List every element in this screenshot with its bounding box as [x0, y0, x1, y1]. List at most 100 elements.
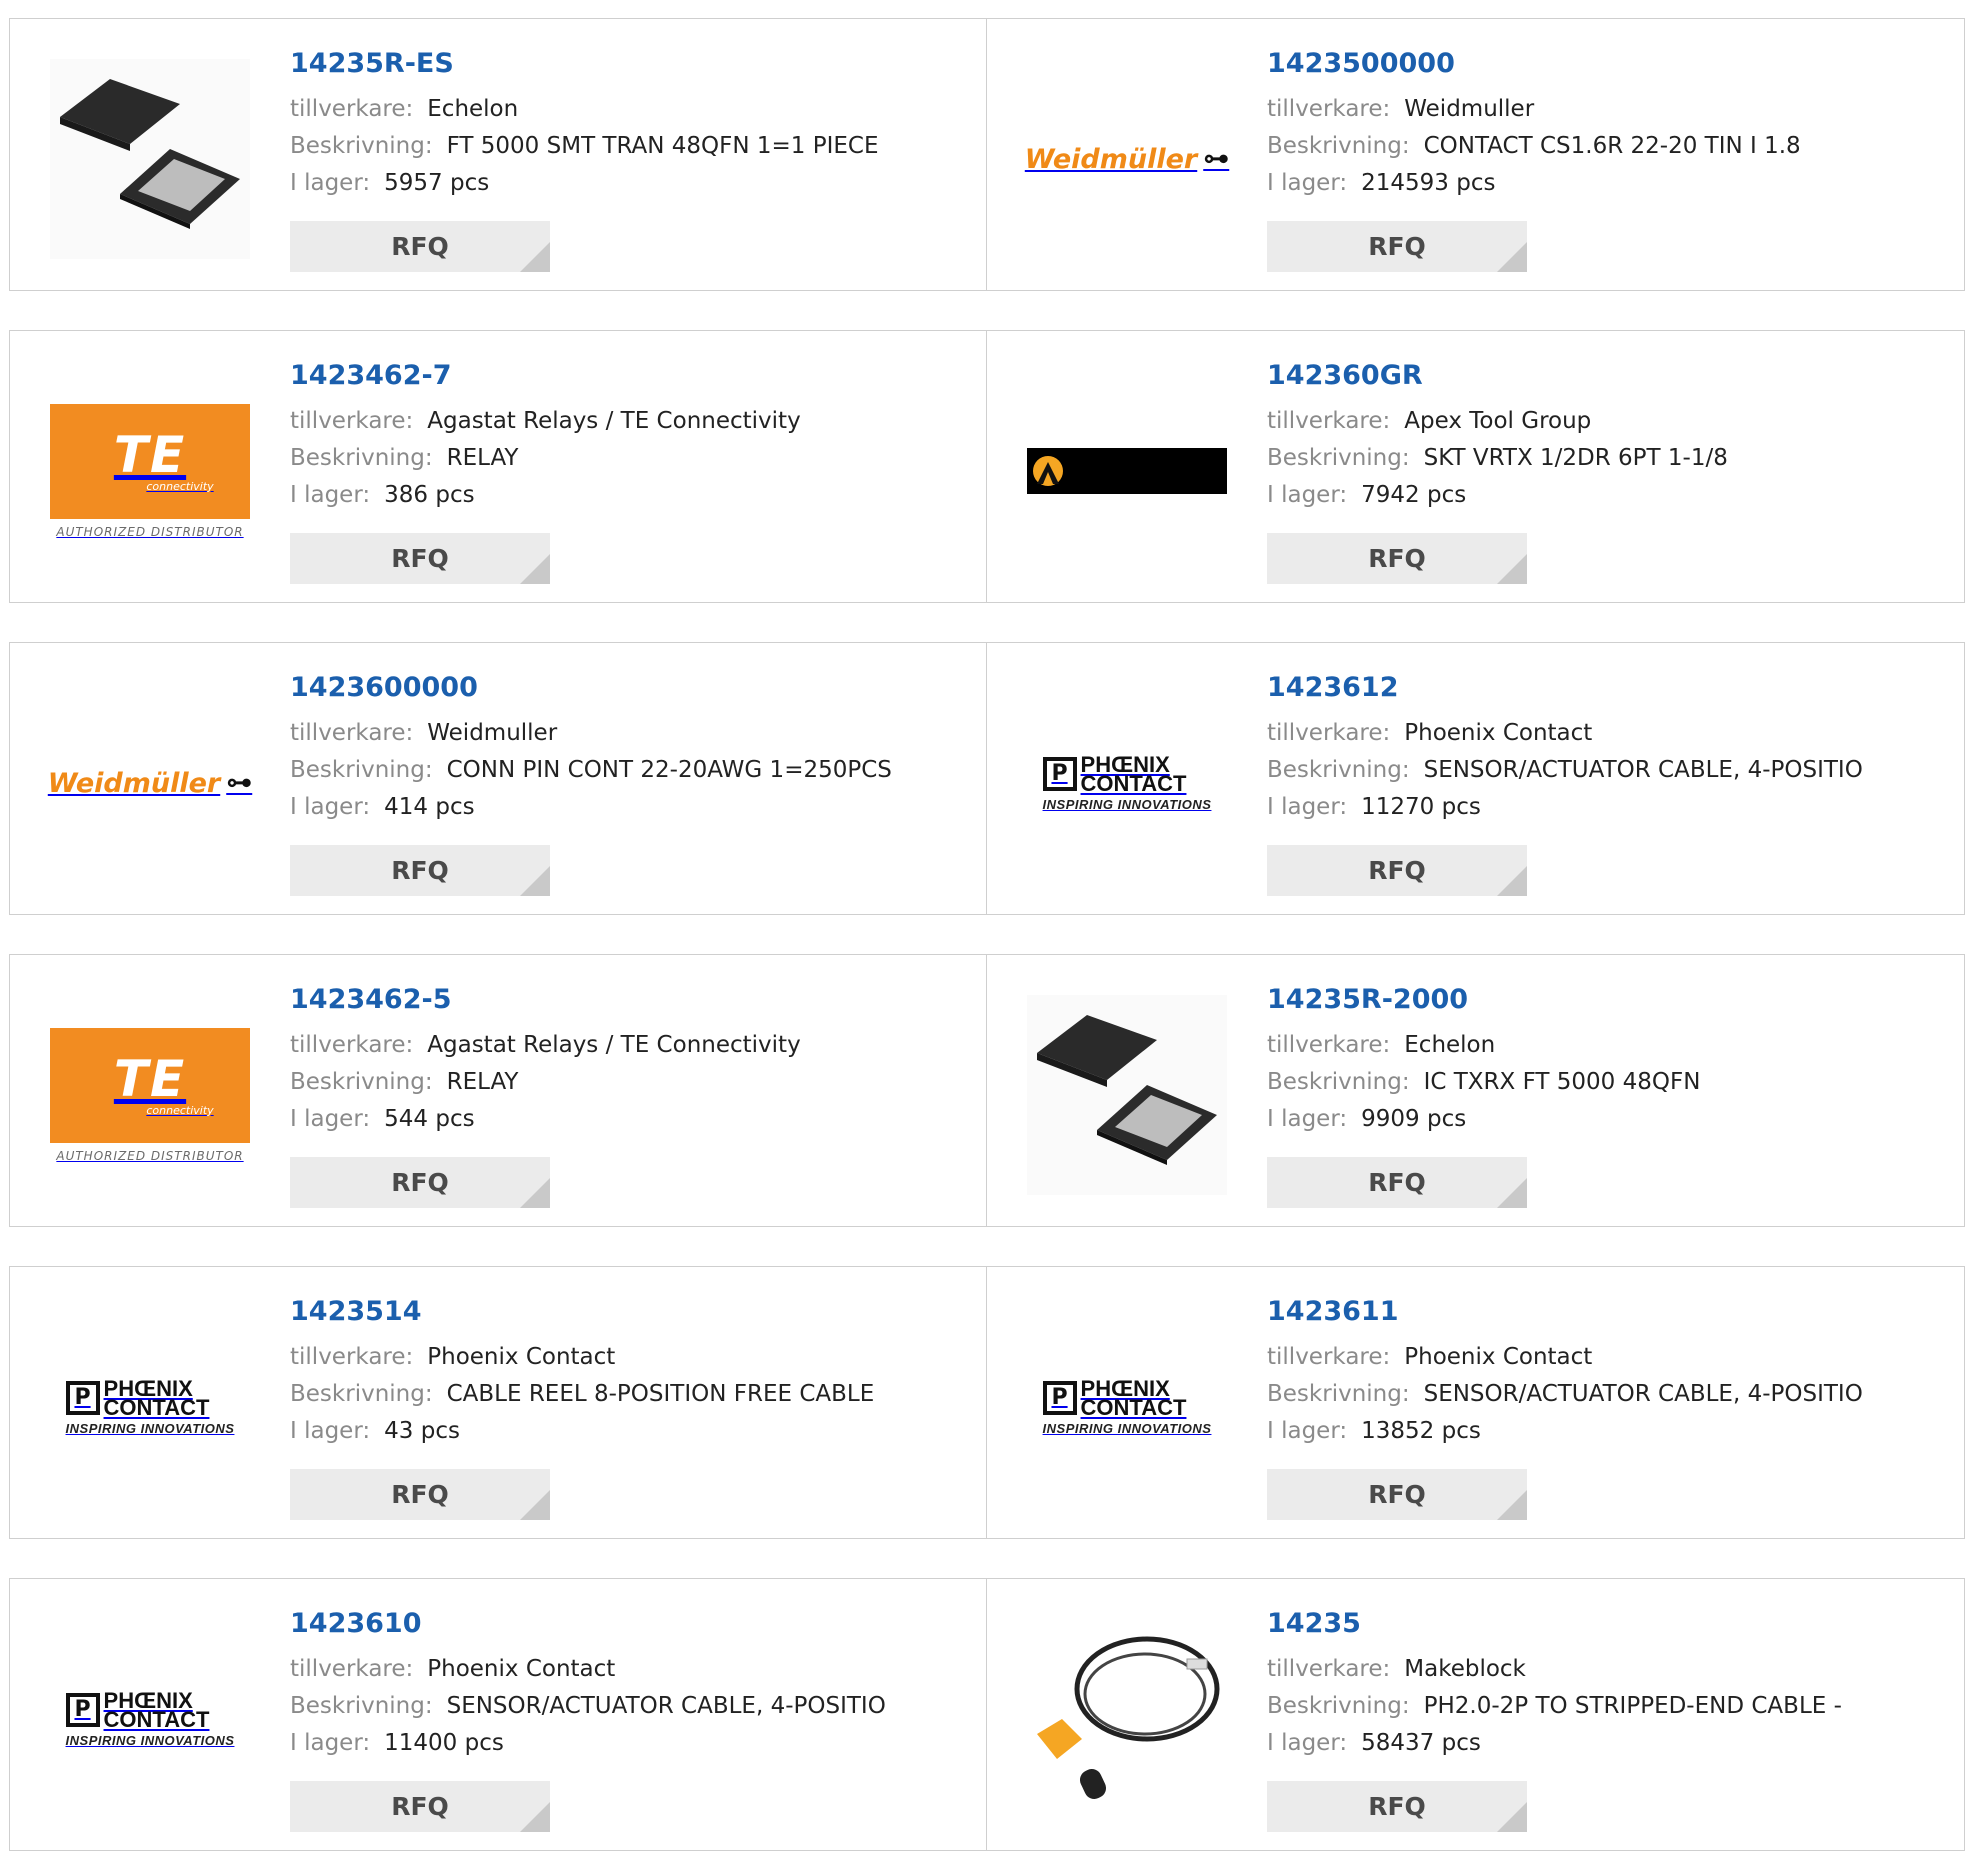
stock-label: I lager: — [1267, 1730, 1348, 1756]
stock-row: I lager: 58437 pcs — [1267, 1725, 1954, 1762]
stock-value: 7942 pcs — [1361, 482, 1467, 508]
rfq-button[interactable]: RFQ — [1267, 1469, 1527, 1520]
product-grid: 14235R-ES tillverkare: Echelon Beskrivning:… — [0, 0, 1965, 1851]
stock-value: 11270 pcs — [1361, 794, 1481, 820]
stock-value: 58437 pcs — [1361, 1730, 1481, 1756]
stock-label: I lager: — [1267, 1418, 1348, 1444]
stock-row: I lager: 13852 pcs — [1267, 1413, 1954, 1450]
product-card: TE connectivity AUTHORIZED DISTRIBUTOR 1423… — [9, 954, 987, 1227]
product-image-link[interactable]: Weidmüller ⊶ — [1025, 59, 1229, 259]
rfq-button[interactable]: RFQ — [1267, 221, 1527, 272]
phoenix-contact-logo: P PHŒNIX CONTACT INSPIRING INNOVATIONS — [1042, 1377, 1212, 1436]
chip-image — [1027, 995, 1227, 1195]
description-row: Beskrivning: CONN PIN CONT 22-20AWG 1=250… — [290, 752, 976, 789]
stock-label: I lager: — [290, 482, 371, 508]
rfq-button[interactable]: RFQ — [1267, 533, 1527, 584]
product-image-link[interactable]: TE connectivity AUTHORIZED DISTRIBUTOR — [50, 371, 250, 571]
description-row: Beskrivning: FT 5000 SMT TRAN 48QFN 1=1 P… — [290, 128, 976, 165]
part-number-link[interactable]: 1423612 — [1267, 671, 1954, 705]
part-number-link[interactable]: 1423500000 — [1267, 47, 1954, 81]
manufacturer-value: Weidmuller — [1404, 96, 1535, 122]
stock-row: I lager: 386 pcs — [290, 477, 976, 514]
manufacturer-label: tillverkare: — [1267, 1032, 1391, 1058]
part-number-link[interactable]: 14235R-ES — [290, 47, 976, 81]
manufacturer-value: Phoenix Contact — [1404, 1344, 1593, 1370]
description-label: Beskrivning: — [290, 1069, 433, 1095]
te-authorized-distributor: AUTHORIZED DISTRIBUTOR — [56, 524, 244, 539]
manufacturer-row: tillverkare: Echelon — [1267, 1027, 1954, 1064]
phoenix-wordmark-line2: CONTACT — [103, 1394, 210, 1420]
stock-label: I lager: — [290, 794, 371, 820]
part-number-link[interactable]: 1423514 — [290, 1295, 976, 1329]
phoenix-mark-icon: P — [1042, 1380, 1077, 1415]
rfq-button[interactable]: RFQ — [290, 1469, 550, 1520]
rfq-button[interactable]: RFQ — [1267, 1157, 1527, 1208]
rfq-button[interactable]: RFQ — [1267, 845, 1527, 896]
manufacturer-label: tillverkare: — [1267, 408, 1391, 434]
product-card: Weidmüller ⊶ 1423500000 tillverkare: Weidmul… — [987, 18, 1965, 291]
description-value: SENSOR/ACTUATOR CABLE, 4-POSITIO — [1423, 757, 1863, 783]
te-logo: TE connectivity AUTHORIZED DISTRIBUTOR — [50, 1027, 250, 1163]
manufacturer-row: tillverkare: Phoenix Contact — [1267, 715, 1954, 752]
product-image-link[interactable] — [1027, 995, 1227, 1195]
product-card: P PHŒNIX CONTACT INSPIRING INNOVATIONS 14236… — [987, 1266, 1965, 1539]
stock-value: 11400 pcs — [384, 1730, 504, 1756]
description-value: FT 5000 SMT TRAN 48QFN 1=1 PIECE — [446, 133, 879, 159]
product-image-link[interactable]: Weidmüller ⊶ — [48, 683, 252, 883]
stock-row: I lager: 414 pcs — [290, 789, 976, 826]
phoenix-mark-icon: P — [65, 1692, 100, 1727]
product-image-link[interactable]: TE connectivity AUTHORIZED DISTRIBUTOR — [50, 995, 250, 1195]
rfq-button[interactable]: RFQ — [290, 845, 550, 896]
phoenix-mark-icon: P — [1042, 756, 1077, 791]
description-label: Beskrivning: — [1267, 1693, 1410, 1719]
part-number-link[interactable]: 14235 — [1267, 1607, 1954, 1641]
manufacturer-row: tillverkare: Makeblock — [1267, 1651, 1954, 1688]
description-row: Beskrivning: RELAY — [290, 440, 976, 477]
manufacturer-label: tillverkare: — [1267, 96, 1391, 122]
chip-image — [50, 59, 250, 259]
part-number-link[interactable]: 142360GR — [1267, 359, 1954, 393]
stock-value: 544 pcs — [384, 1106, 475, 1132]
part-number-link[interactable]: 14235R-2000 — [1267, 983, 1954, 1017]
apex-mark-icon — [1033, 456, 1063, 486]
weidmuller-wordmark: Weidmüller — [47, 767, 221, 799]
stock-value: 5957 pcs — [384, 170, 490, 196]
rfq-button[interactable]: RFQ — [290, 221, 550, 272]
te-subtitle: connectivity — [146, 1103, 214, 1117]
part-number-link[interactable]: 1423462-5 — [290, 983, 976, 1017]
stock-value: 13852 pcs — [1361, 1418, 1481, 1444]
weidmuller-logo: Weidmüller ⊶ — [1025, 144, 1229, 175]
description-row: Beskrivning: CONTACT CS1.6R 22-20 TIN I 1… — [1267, 128, 1954, 165]
manufacturer-label: tillverkare: — [290, 96, 414, 122]
product-card: P PHŒNIX CONTACT INSPIRING INNOVATIONS 14236… — [987, 642, 1965, 915]
manufacturer-label: tillverkare: — [290, 408, 414, 434]
product-image-link[interactable] — [1027, 1619, 1227, 1819]
product-image-link[interactable]: P PHŒNIX CONTACT INSPIRING INNOVATIONS — [50, 1619, 250, 1819]
product-image-link[interactable] — [50, 59, 250, 259]
description-value: CONN PIN CONT 22-20AWG 1=250PCS — [446, 757, 892, 783]
phoenix-mark-icon: P — [65, 1380, 100, 1415]
rfq-button[interactable]: RFQ — [290, 1781, 550, 1832]
te-logo: TE connectivity AUTHORIZED DISTRIBUTOR — [50, 403, 250, 539]
product-image-link[interactable]: P PHŒNIX CONTACT INSPIRING INNOVATIONS — [1027, 683, 1227, 883]
description-row: Beskrivning: RELAY — [290, 1064, 976, 1101]
rfq-button[interactable]: RFQ — [290, 1157, 550, 1208]
part-number-link[interactable]: 1423610 — [290, 1607, 976, 1641]
product-image-link[interactable]: P PHŒNIX CONTACT INSPIRING INNOVATIONS — [1027, 1307, 1227, 1507]
part-number-link[interactable]: 1423611 — [1267, 1295, 1954, 1329]
description-label: Beskrivning: — [290, 757, 433, 783]
manufacturer-row: tillverkare: Phoenix Contact — [290, 1651, 976, 1688]
description-row: Beskrivning: SENSOR/ACTUATOR CABLE, 4-POS… — [1267, 752, 1954, 789]
description-value: SENSOR/ACTUATOR CABLE, 4-POSITIO — [446, 1693, 886, 1719]
product-image-link[interactable]: P PHŒNIX CONTACT INSPIRING INNOVATIONS — [50, 1307, 250, 1507]
weidmuller-logo: Weidmüller ⊶ — [48, 768, 252, 799]
product-image-link[interactable] — [1027, 371, 1227, 571]
manufacturer-label: tillverkare: — [290, 720, 414, 746]
rfq-button[interactable]: RFQ — [1267, 1781, 1527, 1832]
part-number-link[interactable]: 1423600000 — [290, 671, 976, 705]
description-value: RELAY — [446, 1069, 519, 1095]
rfq-button[interactable]: RFQ — [290, 533, 550, 584]
phoenix-tagline: INSPIRING INNOVATIONS — [1042, 1420, 1212, 1436]
stock-value: 214593 pcs — [1361, 170, 1496, 196]
part-number-link[interactable]: 1423462-7 — [290, 359, 976, 393]
